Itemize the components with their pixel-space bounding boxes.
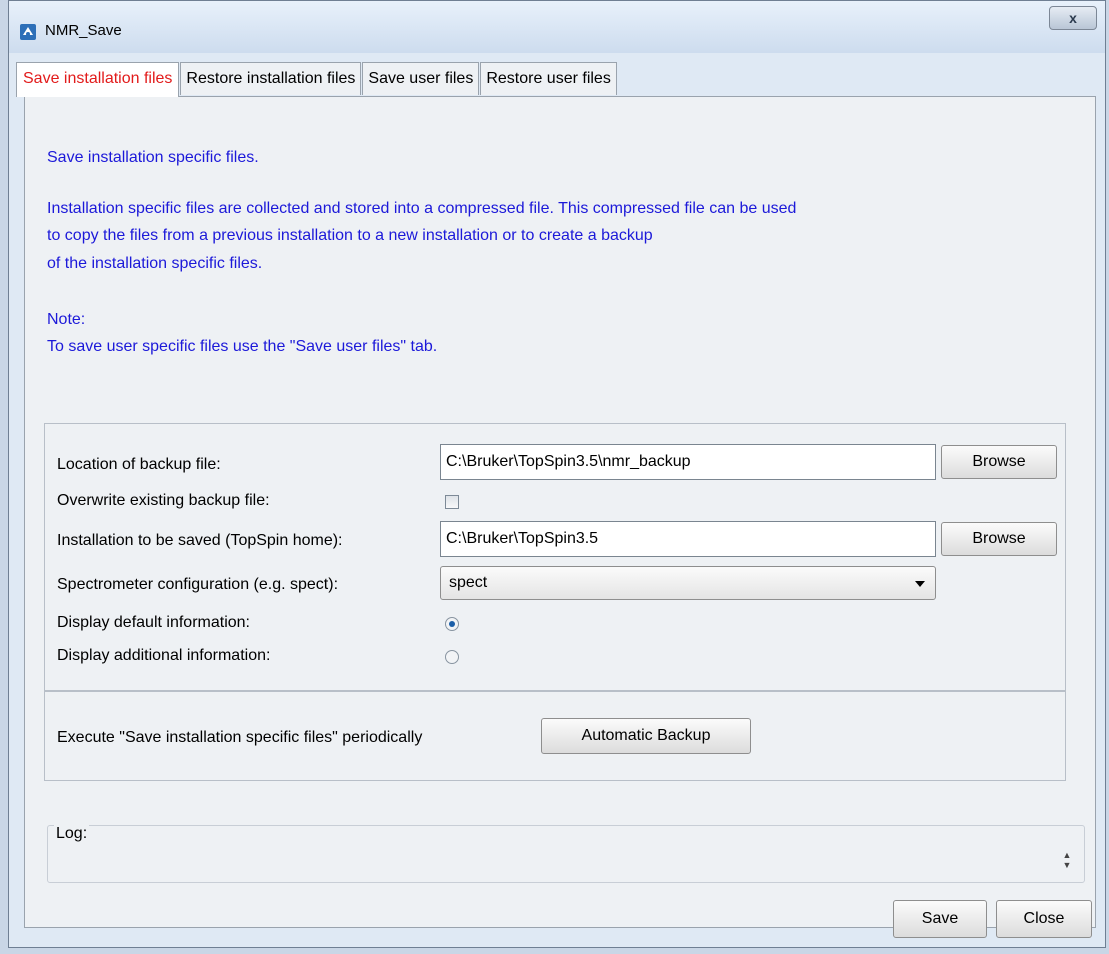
topspin-app-icon [20, 24, 36, 40]
tab-bar: Save installation files Restore installa… [16, 62, 618, 97]
note-label: Note: [47, 311, 86, 328]
overwrite-checkbox[interactable] [445, 495, 459, 509]
display-default-radio[interactable] [445, 617, 459, 631]
overwrite-label: Overwrite existing backup file: [57, 492, 270, 509]
display-additional-label: Display additional information: [57, 647, 271, 664]
info-line: of the installation specific files. [47, 255, 263, 272]
location-input[interactable]: C:\Bruker\TopSpin3.5\nmr_backup [440, 444, 936, 480]
info-heading: Save installation specific files. [47, 149, 259, 166]
tab-restore-user-files[interactable]: Restore user files [480, 62, 617, 95]
spectrometer-value: spect [449, 574, 488, 591]
save-button[interactable]: Save [893, 900, 987, 938]
spectrometer-select[interactable]: spect [440, 566, 936, 600]
browse-installation-button[interactable]: Browse [941, 522, 1057, 556]
browse-location-button[interactable]: Browse [941, 445, 1057, 479]
tab-panel-save-installation: Save installation specific files. Instal… [24, 96, 1096, 928]
chevron-down-icon [915, 581, 925, 587]
log-scroll-arrows-icon[interactable]: ▲ ▼ [1062, 850, 1072, 876]
spectrometer-label: Spectrometer configuration (e.g. spect): [57, 576, 339, 593]
display-default-label: Display default information: [57, 614, 250, 631]
installation-label: Installation to be saved (TopSpin home): [57, 532, 343, 549]
tab-save-installation-files[interactable]: Save installation files [16, 62, 180, 97]
location-label: Location of backup file: [57, 456, 221, 473]
periodic-label: Execute "Save installation specific file… [57, 729, 423, 746]
display-additional-radio[interactable] [445, 650, 459, 664]
automatic-backup-button[interactable]: Automatic Backup [541, 718, 751, 754]
periodic-backup-group: Execute "Save installation specific file… [44, 691, 1066, 781]
log-panel: Log: ▲ ▼ [47, 825, 1085, 883]
tab-restore-installation-files[interactable]: Restore installation files [180, 62, 362, 95]
info-line: Installation specific files are collecte… [47, 200, 797, 217]
window-title: NMR_Save [45, 22, 122, 39]
installation-input[interactable]: C:\Bruker\TopSpin3.5 [440, 521, 936, 557]
title-bar: NMR_Save x [9, 1, 1105, 53]
tab-save-user-files[interactable]: Save user files [362, 62, 480, 95]
window-close-button[interactable]: x [1049, 6, 1097, 30]
note-text: To save user specific files use the "Sav… [47, 338, 438, 355]
close-button[interactable]: Close [996, 900, 1092, 938]
log-label: Log: [54, 825, 90, 843]
backup-settings-group: Location of backup file: C:\Bruker\TopSp… [44, 423, 1066, 691]
info-line: to copy the files from a previous instal… [47, 227, 653, 244]
